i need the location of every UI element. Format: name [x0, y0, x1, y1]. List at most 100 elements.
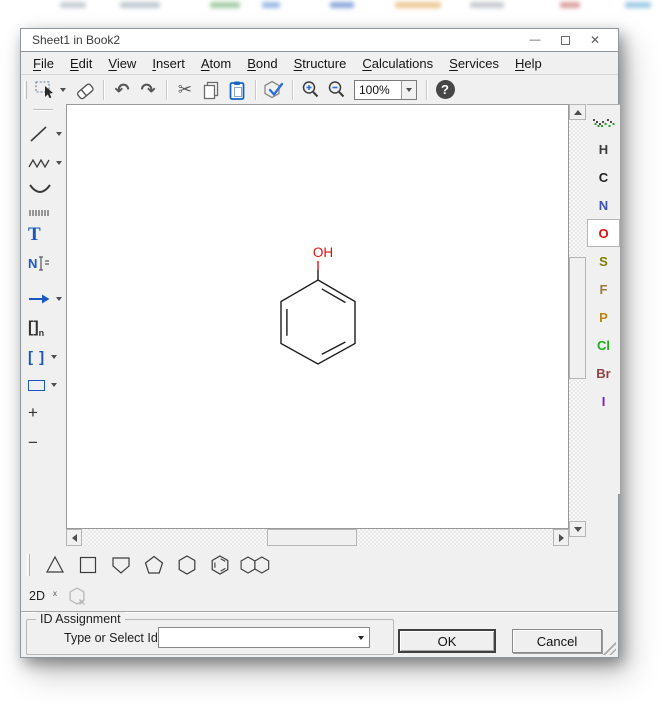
template-cyclopentane[interactable] [137, 551, 170, 579]
bond-icon [28, 123, 50, 145]
menu-bond[interactable]: Bond [239, 54, 285, 73]
vertical-scroll-thumb[interactable] [569, 257, 586, 379]
element-c[interactable]: C [587, 163, 620, 191]
rectangle-tool-button[interactable] [23, 372, 65, 398]
copy-button[interactable] [198, 78, 224, 102]
bond-tool-dropdown[interactable] [56, 132, 62, 136]
chain-tool-dropdown[interactable] [56, 161, 62, 165]
template-benzene[interactable] [203, 551, 236, 579]
element-o[interactable]: O [587, 219, 620, 247]
zoom-level-combo [354, 80, 417, 100]
ok-button[interactable]: OK [398, 629, 496, 653]
background-artifact [120, 2, 160, 8]
minimize-button[interactable]: — [520, 29, 550, 51]
molecule-phenol[interactable]: OH [67, 105, 568, 528]
element-s[interactable]: S [587, 247, 620, 275]
atom-label-tool-button[interactable]: N [23, 250, 65, 276]
redo-button[interactable]: ↷ [135, 78, 161, 102]
menu-services[interactable]: Services [441, 54, 507, 73]
element-h[interactable]: H [587, 135, 620, 163]
maximize-button[interactable] [550, 29, 580, 51]
pentagon-icon [142, 553, 166, 577]
template-cyclohexane[interactable] [170, 551, 203, 579]
charge-minus-button[interactable]: − [23, 430, 65, 456]
dimension-mode-button[interactable]: 2D [29, 589, 45, 603]
scroll-right-button[interactable] [553, 529, 569, 546]
menu-atom[interactable]: Atom [193, 54, 239, 73]
element-toolbar: H C N O S F P Cl Br I [587, 104, 620, 494]
menu-structure[interactable]: Structure [286, 54, 355, 73]
arc-tool-button[interactable] [23, 176, 65, 202]
hydroxyl-label: OH [313, 245, 333, 260]
element-br[interactable]: Br [587, 359, 620, 387]
polymer-bracket-icon: []n [28, 319, 44, 338]
cancel-button[interactable]: Cancel [512, 629, 602, 653]
chain-tool-button[interactable] [23, 150, 65, 176]
element-i[interactable]: I [587, 387, 620, 415]
naphthalene-icon [238, 553, 274, 577]
charge-plus-button[interactable]: + [23, 400, 65, 426]
toolbar-grip[interactable] [24, 81, 27, 99]
menu-help[interactable]: Help [507, 54, 550, 73]
arc-icon [28, 182, 52, 196]
toolbar-separator [426, 80, 427, 100]
element-cl[interactable]: Cl [587, 331, 620, 359]
scroll-down-button[interactable] [569, 521, 586, 537]
scroll-left-button[interactable] [66, 529, 82, 546]
menu-edit[interactable]: Edit [62, 54, 100, 73]
horizontal-scrollbar[interactable] [66, 529, 569, 546]
polymer-bracket-tool-button[interactable]: []n [23, 316, 65, 342]
template-cyclopropane[interactable] [38, 551, 71, 579]
resize-grip[interactable] [601, 640, 616, 655]
id-select-input[interactable] [159, 628, 353, 647]
toolbar-grip[interactable] [27, 554, 30, 576]
element-f[interactable]: F [587, 275, 620, 303]
reaction-arrow-tool-button[interactable] [23, 286, 65, 312]
select-tool-button[interactable] [32, 78, 58, 102]
group-title: ID Assignment [36, 612, 125, 626]
select-tool-dropdown[interactable] [60, 88, 66, 92]
close-button[interactable]: ✕ [580, 29, 610, 51]
check-structure-button[interactable] [261, 78, 287, 102]
arrow-up-icon [574, 110, 582, 115]
drawing-canvas[interactable]: OH [66, 104, 569, 529]
paste-button[interactable] [224, 78, 250, 102]
periodic-table-button[interactable] [587, 105, 620, 135]
scroll-up-button[interactable] [569, 104, 586, 120]
cut-button[interactable]: ✂ [172, 78, 198, 102]
triangle-icon [43, 553, 67, 577]
ring-template-toolbar [21, 549, 618, 581]
element-p[interactable]: P [587, 303, 620, 331]
window-title: Sheet1 in Book2 [21, 33, 120, 47]
rectangle-icon [28, 380, 45, 391]
template-naphthalene[interactable] [236, 551, 276, 579]
zoom-level-input[interactable] [355, 81, 401, 99]
zoom-level-dropdown[interactable] [401, 81, 416, 99]
reaction-arrow-dropdown[interactable] [56, 297, 62, 301]
eraser-button[interactable] [72, 78, 98, 102]
benzene-ring [281, 280, 355, 364]
title-bar[interactable]: Sheet1 in Book2 — ✕ [21, 29, 618, 51]
menu-insert[interactable]: Insert [144, 54, 193, 73]
zoom-in-button[interactable] [298, 78, 324, 102]
menu-view[interactable]: View [100, 54, 144, 73]
toolbar-separator [166, 80, 167, 100]
menu-bar: File Edit View Insert Atom Bond Structur… [21, 51, 618, 75]
element-n[interactable]: N [587, 191, 620, 219]
menu-file[interactable]: File [25, 54, 62, 73]
text-tool-button[interactable]: T [23, 222, 65, 248]
template-cyclobutane[interactable] [71, 551, 104, 579]
menu-calculations[interactable]: Calculations [354, 54, 441, 73]
undo-button[interactable]: ↶ [109, 78, 135, 102]
help-button[interactable]: ? [432, 78, 458, 102]
zoom-out-button[interactable] [324, 78, 350, 102]
template-cyclopentane-envelope[interactable] [104, 551, 137, 579]
horizontal-scroll-thumb[interactable] [267, 529, 357, 546]
bond-tool-button[interactable] [23, 121, 65, 147]
vertical-scrollbar[interactable] [569, 104, 586, 537]
toolbar-grip[interactable] [33, 109, 53, 110]
bracket-tool-button[interactable]: [ ] [23, 344, 65, 370]
rectangle-tool-dropdown[interactable] [51, 383, 57, 387]
id-combo-dropdown[interactable] [353, 628, 369, 647]
bracket-tool-dropdown[interactable] [51, 355, 57, 359]
